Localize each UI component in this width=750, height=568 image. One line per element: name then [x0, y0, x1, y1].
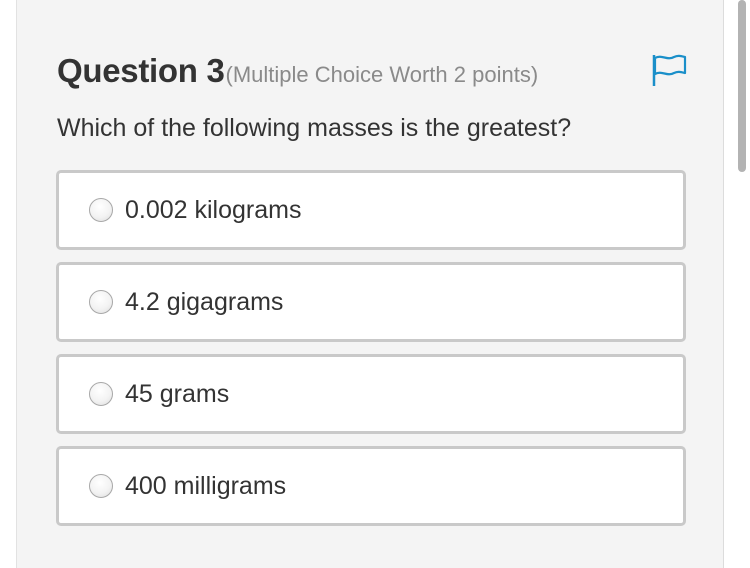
answer-option-1[interactable]: 0.002 kilograms: [56, 170, 686, 250]
radio-button[interactable]: [89, 474, 113, 498]
question-header: Question 3 (Multiple Choice Worth 2 poin…: [57, 52, 538, 90]
scrollbar-thumb[interactable]: [738, 0, 746, 172]
radio-button[interactable]: [89, 198, 113, 222]
answer-option-2[interactable]: 4.2 gigagrams: [56, 262, 686, 342]
answer-option-label: 4.2 gigagrams: [125, 288, 284, 316]
left-gutter: [0, 0, 16, 568]
answer-option-4[interactable]: 400 milligrams: [56, 446, 686, 526]
answer-option-label: 0.002 kilograms: [125, 196, 302, 224]
answer-option-3[interactable]: 45 grams: [56, 354, 686, 434]
answer-option-label: 400 milligrams: [125, 472, 287, 500]
flag-icon[interactable]: [650, 52, 688, 88]
page: Question 3 (Multiple Choice Worth 2 poin…: [0, 0, 750, 568]
radio-button[interactable]: [89, 382, 113, 406]
question-title: Question 3: [57, 52, 225, 89]
question-meta: (Multiple Choice Worth 2 points): [225, 62, 539, 87]
radio-button[interactable]: [89, 290, 113, 314]
answer-option-label: 45 grams: [125, 380, 230, 408]
question-prompt: Which of the following masses is the gre…: [57, 114, 572, 142]
